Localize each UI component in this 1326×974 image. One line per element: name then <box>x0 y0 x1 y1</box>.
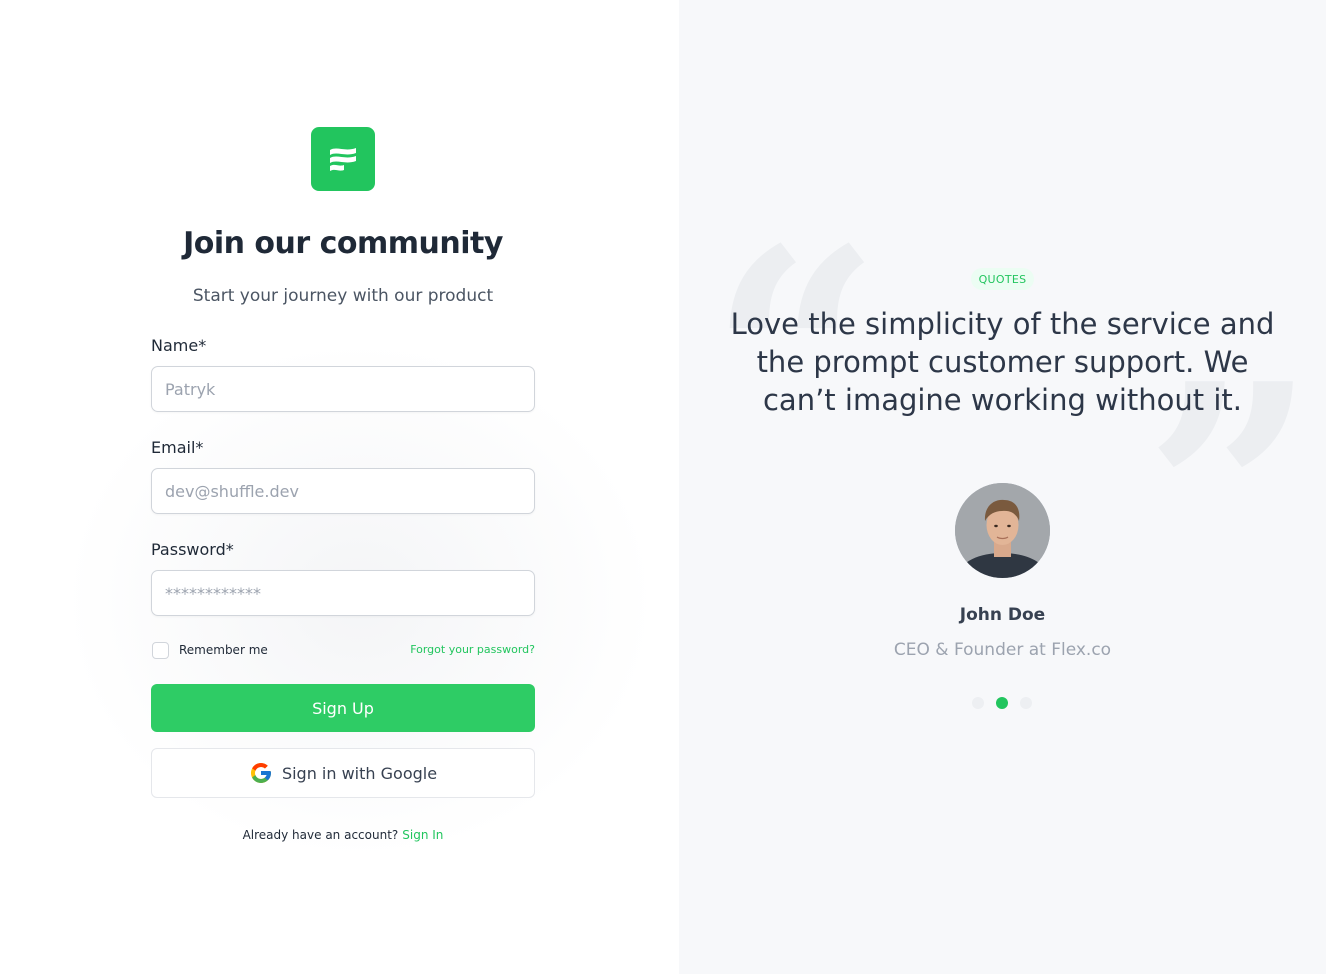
carousel-dot-3[interactable] <box>1020 697 1032 709</box>
testimonial-quote: Love the simplicity of the service and t… <box>730 307 1275 417</box>
remember-me-label: Remember me <box>179 643 268 657</box>
password-label: Password* <box>151 540 234 559</box>
already-text: Already have an account? <box>242 828 399 842</box>
page-title: Join our community <box>183 226 503 261</box>
name-input[interactable] <box>151 366 535 412</box>
sign-up-button[interactable]: Sign Up <box>151 684 535 732</box>
email-input[interactable] <box>151 468 535 514</box>
password-input[interactable] <box>151 570 535 616</box>
sign-in-prompt: Already have an account? Sign In <box>0 828 686 842</box>
sign-up-label: Sign Up <box>312 698 374 718</box>
carousel-dot-2[interactable] <box>996 697 1008 709</box>
remember-me-checkbox[interactable] <box>152 642 169 659</box>
page-subtitle: Start your journey with our product <box>192 286 494 306</box>
shuffle-logo-icon <box>311 127 375 191</box>
sign-in-link[interactable]: Sign In <box>402 828 443 842</box>
carousel-dot-1[interactable] <box>972 697 984 709</box>
avatar <box>955 483 1050 578</box>
google-sign-in-label: Sign in with Google <box>281 763 438 783</box>
google-icon <box>249 761 273 785</box>
author-name: John Doe <box>959 605 1046 625</box>
forgot-password-link[interactable]: Forgot your password? <box>410 643 535 656</box>
email-label: Email* <box>151 438 204 457</box>
google-sign-in-button[interactable]: Sign in with Google <box>151 748 535 798</box>
author-role: CEO & Founder at Flex.co <box>893 640 1112 660</box>
quotes-badge: QUOTES <box>971 268 1034 290</box>
name-label: Name* <box>151 336 207 355</box>
